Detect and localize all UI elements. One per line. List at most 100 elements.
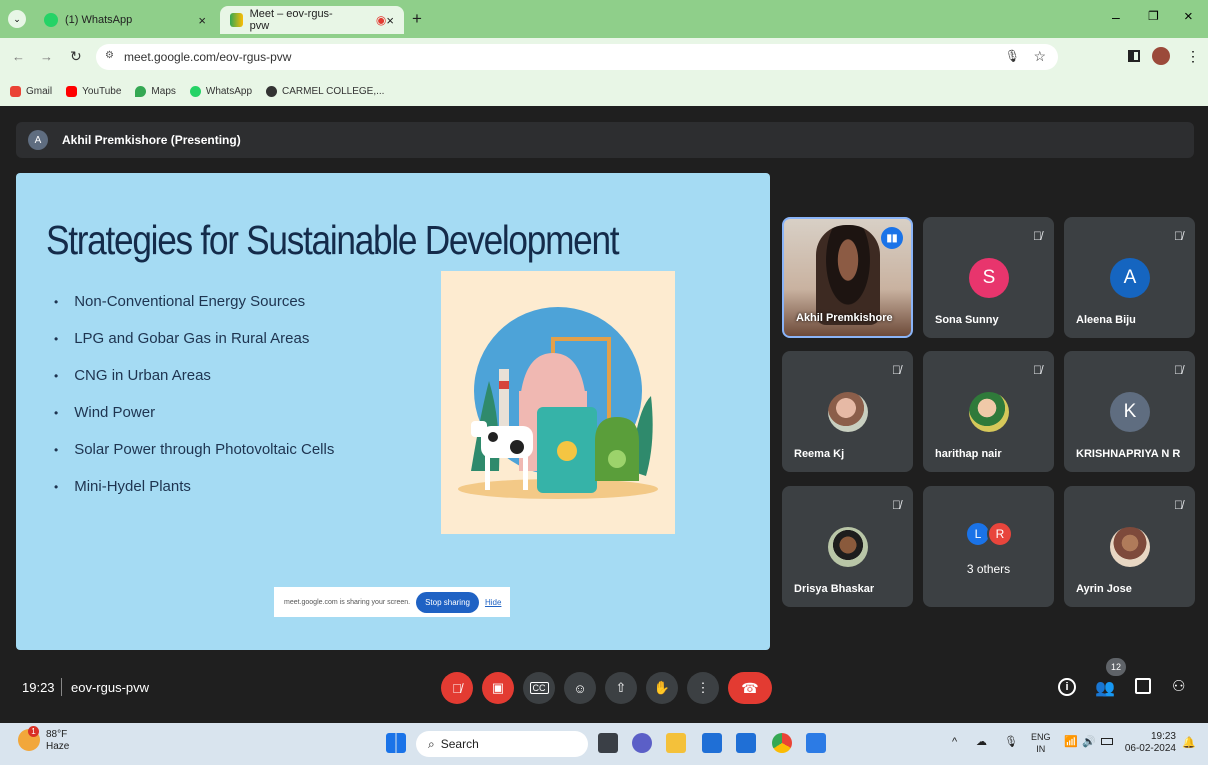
file-explorer-icon[interactable] xyxy=(666,733,686,753)
maps-icon xyxy=(135,85,147,97)
divider xyxy=(61,678,62,696)
stop-sharing-button[interactable]: Stop sharing xyxy=(416,591,479,613)
task-view-icon[interactable] xyxy=(598,733,618,753)
volume-icon[interactable]: 🔊 xyxy=(1082,735,1096,748)
wifi-icon[interactable]: 📶 xyxy=(1064,735,1078,748)
profile-avatar[interactable] xyxy=(1152,47,1170,65)
participant-tile[interactable]: 🎙̸ K KRISHNAPRIYA N R xyxy=(1064,351,1195,472)
tray-chevron-icon[interactable]: ^ xyxy=(952,736,957,748)
bookmark-gmail[interactable]: Gmail xyxy=(10,85,53,97)
participant-tile[interactable]: 🎙̸ Drisya Bhaskar xyxy=(782,486,913,607)
app-icon[interactable] xyxy=(806,733,826,753)
participant-tile[interactable]: 🎙̸ Reema Kj xyxy=(782,351,913,472)
raise-hand-button[interactable]: ✋ xyxy=(646,672,678,704)
mic-off-icon: 🎙̸ xyxy=(1033,363,1042,377)
taskbar-search[interactable]: ⌕ Search xyxy=(416,731,588,757)
participant-name: KRISHNAPRIYA N R xyxy=(1076,448,1181,460)
reactions-button[interactable]: ☺ xyxy=(564,672,596,704)
participant-tile[interactable]: ▮▮ Akhil Premkishore xyxy=(782,217,913,338)
bookmark-maps[interactable]: Maps xyxy=(135,85,176,97)
slide-bullets: Non-Conventional Energy Sources LPG and … xyxy=(54,283,334,505)
others-tile[interactable]: L R 3 others xyxy=(923,486,1054,607)
info-icon[interactable]: i xyxy=(1058,678,1076,696)
activities-icon[interactable]: ⚇ xyxy=(1172,677,1185,695)
language-indicator[interactable]: ENG IN xyxy=(1031,731,1051,755)
chrome-icon[interactable] xyxy=(772,733,792,753)
new-tab-icon[interactable]: + xyxy=(412,9,422,29)
chat-icon[interactable] xyxy=(1135,678,1151,694)
mail-icon[interactable] xyxy=(736,733,756,753)
captions-button[interactable]: CC xyxy=(523,672,555,704)
more-options-button[interactable]: ⋮ xyxy=(687,672,719,704)
bookmark-label: CARMEL COLLEGE,... xyxy=(282,85,385,97)
slide-bullet: LPG and Gobar Gas in Rural Areas xyxy=(54,320,334,357)
participant-tile[interactable]: 🎙̸ A Aleena Biju xyxy=(1064,217,1195,338)
minimize-icon[interactable]: – xyxy=(1112,9,1120,25)
mic-off-icon: 🎙̸ xyxy=(1174,229,1183,243)
participant-photo xyxy=(969,392,1009,432)
tab-meet[interactable]: Meet – eov-rgus-pvw ◉ × xyxy=(220,6,404,34)
mic-off-icon: 🎙̸ xyxy=(1174,498,1183,512)
omnibox[interactable]: ⚙ meet.google.com/eov-rgus-pvw 🎙 ☆ xyxy=(96,44,1058,70)
hide-banner-link[interactable]: Hide xyxy=(485,598,501,607)
close-tab-icon[interactable]: × xyxy=(386,13,394,28)
weather-widget[interactable]: 1 88°F Haze xyxy=(18,726,69,753)
participant-name: Aleena Biju xyxy=(1076,314,1136,326)
bookmark-label: Gmail xyxy=(26,85,53,97)
participant-tile[interactable]: 🎙̸ S Sona Sunny xyxy=(923,217,1054,338)
close-tab-icon[interactable]: × xyxy=(198,13,206,28)
mic-off-icon: 🎙̸ xyxy=(892,498,901,512)
mic-off-icon: 🎙̸ xyxy=(892,363,901,377)
site-info-icon[interactable]: ⚙ xyxy=(105,50,114,61)
participant-name: Sona Sunny xyxy=(935,314,999,326)
bookmarks-bar: Gmail YouTube Maps WhatsApp CARMEL COLLE… xyxy=(0,76,1208,106)
weather-temp: 88°F xyxy=(46,729,68,740)
back-icon[interactable]: ← xyxy=(12,49,25,64)
windows-start-icon[interactable] xyxy=(386,733,406,753)
people-icon[interactable]: 👥 xyxy=(1095,678,1115,698)
close-window-icon[interactable]: × xyxy=(1184,8,1193,25)
tab-list-icon[interactable]: ⌄ xyxy=(8,10,26,28)
bookmark-carmel[interactable]: CARMEL COLLEGE,... xyxy=(266,85,385,97)
menu-icon[interactable]: ⋮ xyxy=(1186,48,1200,65)
presenter-label: Akhil Premkishore (Presenting) xyxy=(62,133,241,147)
mic-icon[interactable]: 🎙 xyxy=(1005,49,1020,63)
bookmark-label: YouTube xyxy=(82,85,122,97)
notification-bell-icon[interactable]: 🔔 xyxy=(1182,736,1196,749)
presenter-bar: A Akhil Premkishore (Presenting) xyxy=(16,122,1194,158)
mic-toggle-button[interactable]: 🎙̸ xyxy=(441,672,473,704)
battery-icon[interactable] xyxy=(1101,738,1113,745)
url-text: meet.google.com/eov-rgus-pvw xyxy=(124,50,292,64)
share-banner-text: meet.google.com is sharing your screen. xyxy=(284,598,411,606)
store-icon[interactable] xyxy=(702,733,722,753)
leave-call-button[interactable]: ☎ xyxy=(728,672,772,704)
youtube-icon xyxy=(66,85,78,97)
tray-mic-icon[interactable]: 🎙 xyxy=(1004,735,1018,748)
teams-icon[interactable] xyxy=(632,733,652,753)
speaking-icon: ▮▮ xyxy=(881,227,903,249)
clock-time: 19:23 xyxy=(1150,731,1176,742)
weather-badge: 1 xyxy=(28,726,39,737)
lang-bottom: IN xyxy=(1036,744,1046,754)
hang-up-icon: ☎ xyxy=(741,679,759,696)
clock-date: 06-02-2024 xyxy=(1124,743,1176,754)
star-icon[interactable]: ☆ xyxy=(1033,48,1046,65)
people-count-badge: 12 xyxy=(1106,658,1126,676)
emoji-icon: ☺ xyxy=(573,680,587,696)
onedrive-icon[interactable]: ☁ xyxy=(976,735,987,748)
side-panel-icon[interactable] xyxy=(1128,50,1140,62)
bookmark-whatsapp[interactable]: WhatsApp xyxy=(189,85,252,97)
camera-off-icon: ▣ xyxy=(491,680,505,695)
participant-tile[interactable]: 🎙̸ Ayrin Jose xyxy=(1064,486,1195,607)
present-button[interactable]: ⇧ xyxy=(605,672,637,704)
participant-tile[interactable]: 🎙̸ harithap nair xyxy=(923,351,1054,472)
restore-icon[interactable]: ❐ xyxy=(1148,9,1159,23)
forward-icon[interactable]: → xyxy=(40,49,53,64)
camera-toggle-button[interactable]: ▣ xyxy=(482,672,514,704)
reload-icon[interactable]: ↻ xyxy=(70,48,82,65)
tab-whatsapp[interactable]: (1) WhatsApp × xyxy=(34,6,216,34)
clock[interactable]: 19:23 06-02-2024 xyxy=(1124,731,1176,755)
participant-name: Reema Kj xyxy=(794,448,845,460)
presenter-avatar: A xyxy=(28,130,48,150)
bookmark-youtube[interactable]: YouTube xyxy=(66,85,122,97)
